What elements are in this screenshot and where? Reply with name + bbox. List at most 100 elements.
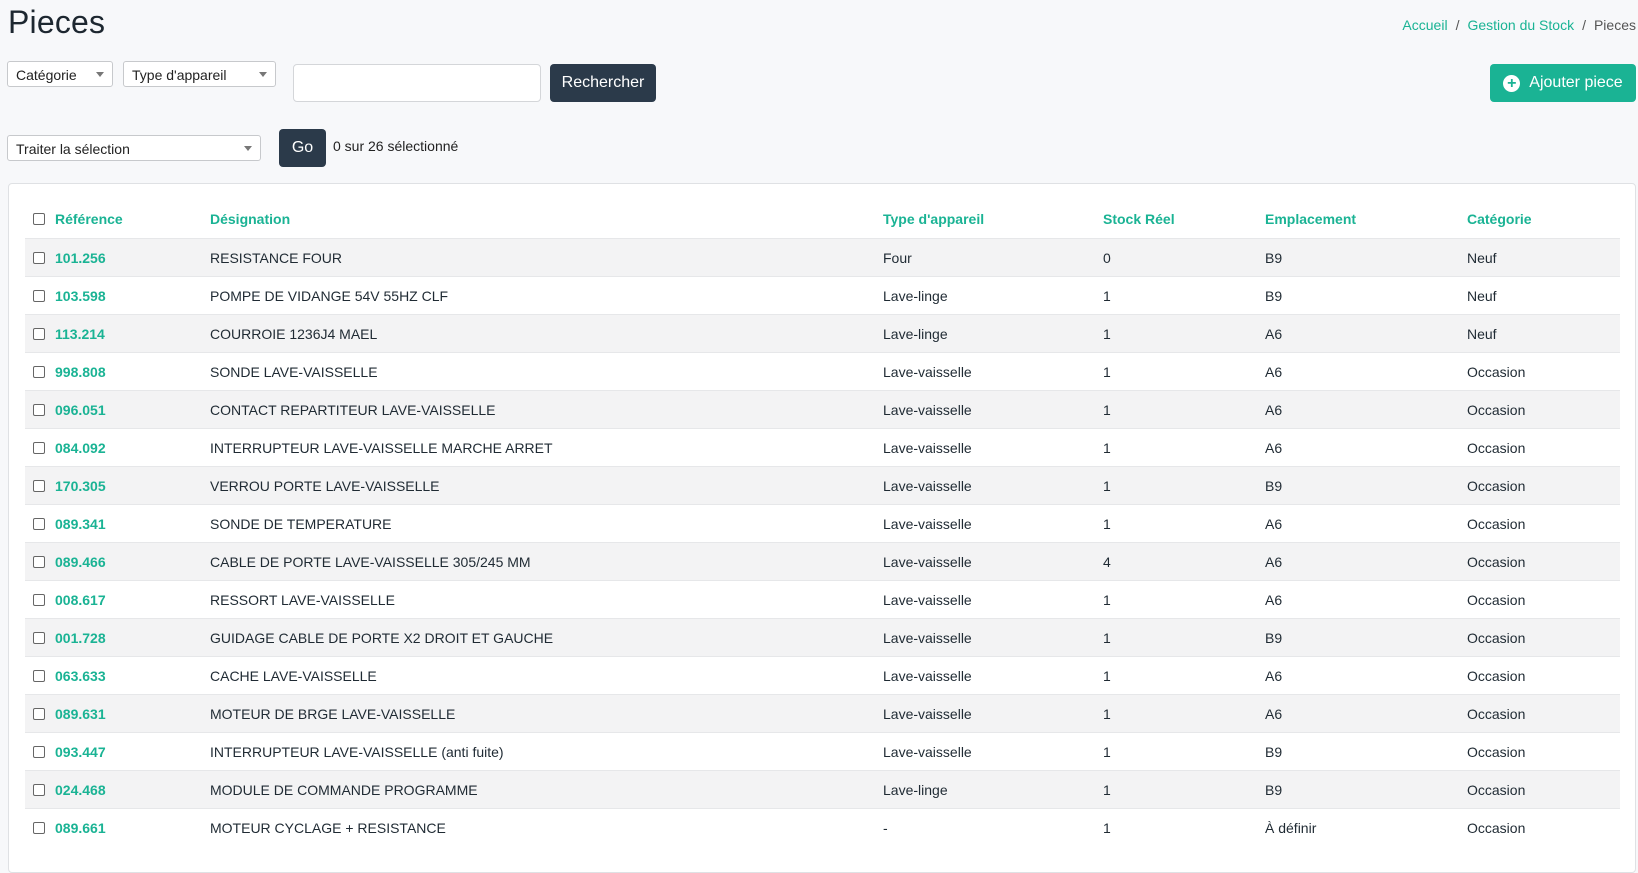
table-row[interactable]: 001.728 GUIDAGE CABLE DE PORTE X2 DROIT E… xyxy=(25,618,1620,657)
row-checkbox[interactable] xyxy=(33,517,45,530)
table-row[interactable]: 089.661 MOTEUR CYCLAGE + RESISTANCE -1 À dé… xyxy=(25,808,1620,846)
reference-link[interactable]: 103.598 xyxy=(55,288,106,304)
row-checkbox[interactable] xyxy=(33,403,45,416)
reference-link[interactable]: 089.631 xyxy=(55,706,106,722)
reference-link[interactable]: 096.051 xyxy=(55,402,106,418)
table-row[interactable]: 084.092 INTERRUPTEUR LAVE-VAISSELLE MARCH… xyxy=(25,428,1620,467)
designation-cell: INTERRUPTEUR LAVE-VAISSELLE (anti fuite) xyxy=(210,732,883,771)
table-row[interactable]: 063.633 CACHE LAVE-VAISSELLE Lave-vaissell… xyxy=(25,656,1620,695)
reference-link[interactable]: 093.447 xyxy=(55,744,106,760)
reference-cell[interactable]: 089.631 xyxy=(25,694,210,733)
breadcrumb-home-link[interactable]: Accueil xyxy=(1402,17,1447,33)
row-checkbox[interactable] xyxy=(33,365,45,378)
location-cell: B9 xyxy=(1265,618,1467,657)
table-row[interactable]: 101.256 RESISTANCE FOUR Four 0 B9 Neuf xyxy=(25,238,1620,277)
table-row[interactable]: 093.447 INTERRUPTEUR LAVE-VAISSELLE (anti… xyxy=(25,732,1620,771)
reference-link[interactable]: 084.092 xyxy=(55,440,106,456)
reference-cell[interactable]: 093.447 xyxy=(25,732,210,771)
select-all-checkbox[interactable] xyxy=(33,213,45,226)
device-type-cell: Lave-vaisselle xyxy=(883,390,1103,429)
reference-cell[interactable]: 096.051 xyxy=(25,390,210,429)
row-checkbox[interactable] xyxy=(33,441,45,454)
row-checkbox[interactable] xyxy=(33,289,45,302)
bulk-action-select[interactable]: Traiter la sélection xyxy=(7,135,261,161)
stock-cell: 1 xyxy=(1103,504,1265,543)
row-checkbox[interactable] xyxy=(33,631,45,644)
device-type-filter-label: Type d'appareil xyxy=(132,67,227,83)
reference-cell[interactable]: 998.808 xyxy=(25,352,210,391)
search-input[interactable] xyxy=(293,64,541,102)
table-row[interactable]: 024.468 MODULE DE COMMANDE PROGRAMME Lave-… xyxy=(25,770,1620,809)
location-cell: A6 xyxy=(1265,352,1467,391)
reference-link[interactable]: 998.808 xyxy=(55,364,106,380)
row-checkbox[interactable] xyxy=(33,669,45,682)
stock-cell: 1 xyxy=(1103,428,1265,467)
reference-cell[interactable]: 113.214 xyxy=(25,314,210,353)
search-button[interactable]: Rechercher xyxy=(550,64,656,102)
breadcrumb-stock-link[interactable]: Gestion du Stock xyxy=(1467,17,1574,33)
location-cell: A6 xyxy=(1265,580,1467,619)
stock-cell: 1 xyxy=(1103,770,1265,809)
table-row[interactable]: 089.466 CABLE DE PORTE LAVE-VAISSELLE 305… xyxy=(25,542,1620,581)
designation-header[interactable]: Désignation xyxy=(210,200,883,239)
row-checkbox[interactable] xyxy=(33,555,45,568)
location-header[interactable]: Emplacement xyxy=(1265,200,1467,239)
reference-link[interactable]: 113.214 xyxy=(55,326,105,342)
row-checkbox[interactable] xyxy=(33,707,45,720)
reference-link[interactable]: 024.468 xyxy=(55,782,106,798)
device-type-cell: Lave-vaisselle xyxy=(883,504,1103,543)
device-type-filter-select[interactable]: Type d'appareil xyxy=(123,61,276,87)
reference-cell[interactable]: 089.661 xyxy=(25,808,210,846)
breadcrumb-separator: / xyxy=(1455,17,1460,33)
row-checkbox[interactable] xyxy=(33,327,45,340)
stock-header[interactable]: Stock Réel xyxy=(1103,200,1265,239)
row-checkbox[interactable] xyxy=(33,783,45,796)
table-row[interactable]: 113.214 COURROIE 1236J4 MAEL Lave-linge 1 A6… xyxy=(25,314,1620,353)
row-checkbox[interactable] xyxy=(33,251,45,264)
device-type-header[interactable]: Type d'appareil xyxy=(883,200,1103,239)
category-filter-select[interactable]: Catégorie xyxy=(7,61,113,87)
device-type-cell: Lave-vaisselle xyxy=(883,352,1103,391)
table-row[interactable]: 998.808 SONDE LAVE-VAISSELLE Lave-vaissell… xyxy=(25,352,1620,391)
reference-link[interactable]: 089.466 xyxy=(55,554,106,570)
designation-cell: COURROIE 1236J4 MAEL xyxy=(210,314,883,353)
table-row[interactable]: 096.051 CONTACT REPARTITEUR LAVE-VAISSELL… xyxy=(25,390,1620,429)
reference-cell[interactable]: 084.092 xyxy=(25,428,210,467)
reference-cell[interactable]: 170.305 xyxy=(25,466,210,505)
row-checkbox[interactable] xyxy=(33,821,45,834)
reference-cell[interactable]: 063.633 xyxy=(25,656,210,695)
device-type-cell: Four xyxy=(883,238,1103,277)
reference-link[interactable]: 170.305 xyxy=(55,478,106,494)
go-button[interactable]: Go xyxy=(279,129,326,167)
reference-cell[interactable]: 001.728 xyxy=(25,618,210,657)
category-header[interactable]: Catégorie xyxy=(1467,200,1620,239)
reference-cell[interactable]: 103.598 xyxy=(25,276,210,315)
table-row[interactable]: 170.305 VERROU PORTE LAVE-VAISSELLE Lave-v… xyxy=(25,466,1620,505)
reference-cell[interactable]: 008.617 xyxy=(25,580,210,619)
category-filter-label: Catégorie xyxy=(16,67,77,83)
reference-cell[interactable]: 089.466 xyxy=(25,542,210,581)
reference-link[interactable]: 101.256 xyxy=(55,250,106,266)
reference-link[interactable]: 089.341 xyxy=(55,516,106,532)
reference-link[interactable]: 008.617 xyxy=(55,592,106,608)
row-checkbox[interactable] xyxy=(33,479,45,492)
reference-header[interactable]: Référence xyxy=(25,200,210,239)
reference-cell[interactable]: 089.341 xyxy=(25,504,210,543)
table-row[interactable]: 103.598 POMPE DE VIDANGE 54V 55HZ CLF Lave… xyxy=(25,276,1620,315)
reference-cell[interactable]: 101.256 xyxy=(25,238,210,277)
device-type-cell: Lave-vaisselle xyxy=(883,656,1103,695)
reference-link[interactable]: 089.661 xyxy=(55,820,106,836)
reference-link[interactable]: 063.633 xyxy=(55,668,106,684)
table-row[interactable]: 089.341 SONDE DE TEMPERATURE Lave-vaissell… xyxy=(25,504,1620,543)
table-row[interactable]: 008.617 RESSORT LAVE-VAISSELLE Lave-vaisse… xyxy=(25,580,1620,619)
row-checkbox[interactable] xyxy=(33,593,45,606)
stock-cell: 1 xyxy=(1103,466,1265,505)
reference-link[interactable]: 001.728 xyxy=(55,630,106,646)
add-piece-button[interactable]: + Ajouter piece xyxy=(1490,64,1636,102)
row-checkbox[interactable] xyxy=(33,745,45,758)
category-cell: Occasion xyxy=(1467,390,1620,429)
designation-cell: VERROU PORTE LAVE-VAISSELLE xyxy=(210,466,883,505)
reference-cell[interactable]: 024.468 xyxy=(25,770,210,809)
table-header-row: Référence Désignation Type d'appareil St… xyxy=(25,200,1620,239)
table-row[interactable]: 089.631 MOTEUR DE BRGE LAVE-VAISSELLE Lave… xyxy=(25,694,1620,733)
